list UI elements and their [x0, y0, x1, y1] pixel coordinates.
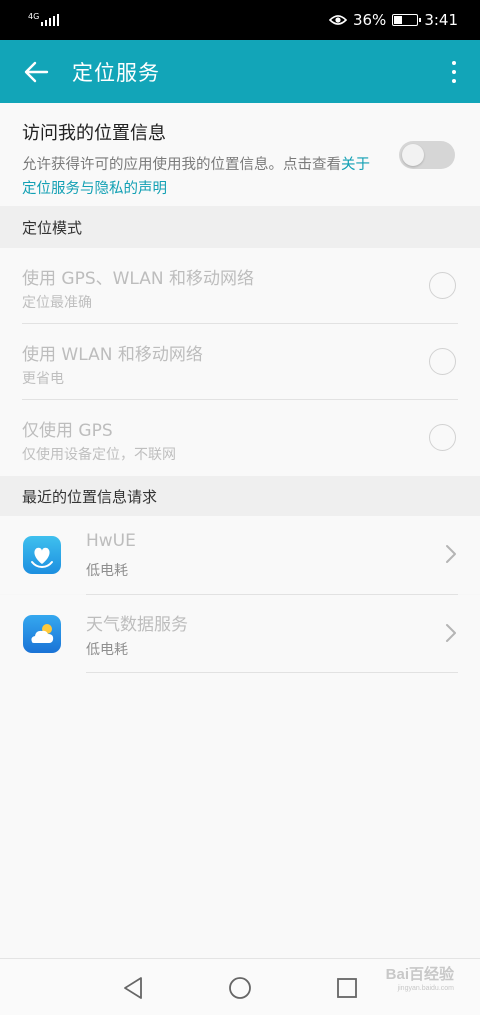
recent-section-header: 最近的位置信息请求: [0, 476, 480, 516]
network-type: 4G: [28, 11, 40, 21]
mode-radio-button[interactable]: [429, 272, 456, 299]
status-right: 36% 3:41: [328, 11, 458, 29]
mode-option-subtitle: 定位最准确: [22, 295, 92, 311]
watermark-url: jingyan.baidu.com: [397, 985, 454, 992]
recents-square-icon[interactable]: [334, 975, 360, 1001]
back-button[interactable]: [0, 40, 72, 103]
mode-option-subtitle: 更省电: [22, 371, 64, 387]
back-triangle-icon[interactable]: [120, 975, 146, 1001]
more-options-button[interactable]: [428, 40, 480, 103]
page-title: 定位服务: [72, 60, 160, 85]
eye-comfort-icon: [328, 15, 347, 25]
battery-fill: [394, 16, 403, 24]
status-bar: 4G 36% 3:41: [0, 0, 480, 40]
chevron-right-icon: [446, 545, 456, 563]
more-vertical-icon: [452, 60, 456, 65]
chevron-right-icon: [446, 624, 456, 642]
recent-app-row-weather[interactable]: 天气数据服务 低电耗: [0, 595, 480, 673]
mode-option-subtitle: 仅使用设备定位，不联网: [22, 447, 176, 463]
empty-area: [0, 673, 480, 958]
clock: 3:41: [424, 11, 458, 29]
home-circle-icon[interactable]: [227, 975, 253, 1001]
weather-app-icon: [23, 615, 61, 653]
toggle-knob: [402, 144, 424, 166]
mode-section-header: 定位模式: [0, 206, 480, 248]
battery-percent: 36%: [352, 11, 387, 29]
location-access-title: 访问我的位置信息: [22, 123, 166, 144]
watermark: Bai百经验 jingyan.baidu.com: [385, 966, 454, 996]
description-text: 允许获得许可的应用使用我的位置信息。点击查看: [22, 157, 341, 173]
mode-option-title: 使用 GPS、WLAN 和移动网络: [22, 269, 255, 289]
app-bar: 定位服务: [0, 40, 480, 103]
hwue-app-icon: [23, 536, 61, 574]
signal-group: 4G: [28, 11, 60, 26]
mode-option-gps-only[interactable]: 仅使用 GPS 仅使用设备定位，不联网: [0, 400, 480, 476]
mode-option-wlan-mobile[interactable]: 使用 WLAN 和移动网络 更省电: [0, 324, 480, 400]
app-usage: 低电耗: [86, 642, 128, 658]
battery-icon: [392, 14, 422, 26]
location-access-row[interactable]: 访问我的位置信息 允许获得许可的应用使用我的位置信息。点击查看关于定位服务与隐私…: [0, 103, 480, 206]
arrow-left-icon: [24, 61, 49, 82]
watermark-text: Bai百经验: [385, 966, 454, 983]
mode-option-title: 使用 WLAN 和移动网络: [22, 345, 203, 365]
recent-app-row-hwue[interactable]: HwUE 低电耗: [0, 516, 480, 594]
app-name: HwUE: [86, 531, 136, 551]
location-access-description: 允许获得许可的应用使用我的位置信息。点击查看关于定位服务与隐私的声明: [22, 153, 382, 201]
app-name: 天气数据服务: [86, 615, 188, 635]
app-usage: 低电耗: [86, 563, 128, 579]
signal-icon: [41, 14, 60, 26]
mode-radio-button[interactable]: [429, 348, 456, 375]
mode-option-title: 仅使用 GPS: [22, 421, 113, 441]
mode-option-gps-wlan-mobile[interactable]: 使用 GPS、WLAN 和移动网络 定位最准确: [0, 248, 480, 324]
mode-radio-button[interactable]: [429, 424, 456, 451]
location-access-toggle[interactable]: [399, 141, 455, 169]
